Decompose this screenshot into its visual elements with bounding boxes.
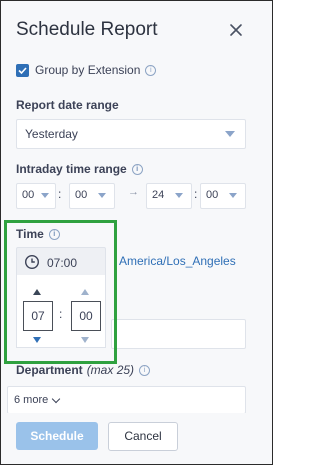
dialog-footer: Schedule Cancel [1,413,272,464]
dialog-title: Schedule Report [16,19,158,40]
department-more-label: 6 more [14,394,49,406]
annotation-highlight-box [4,220,117,364]
arrow-right-icon: → [128,186,139,198]
cancel-button[interactable]: Cancel [108,422,178,451]
chevron-down-icon [229,193,237,198]
info-icon[interactable]: i [145,64,157,76]
chevron-down-icon [41,193,49,198]
start-hour-value: 00 [22,189,35,201]
chevron-down-icon [52,394,61,403]
department-label-text: Department [16,363,83,377]
start-hour-select[interactable]: 00 [16,183,56,209]
report-date-range-label-text: Report date range [16,98,119,112]
intraday-time-range-label: Intraday time range i [16,162,143,176]
department-more-tag[interactable]: 6 more [14,394,61,406]
info-icon[interactable]: i [131,163,143,175]
group-by-extension-checkbox[interactable] [16,63,29,77]
close-icon[interactable] [227,21,245,39]
department-label: Department (max 25) i [16,363,151,377]
start-minute-select[interactable]: 00 [69,183,115,209]
report-date-range-label: Report date range [16,98,119,112]
dialog-header: Schedule Report [1,1,272,59]
checkmark-icon [18,66,27,74]
time-colon: : [194,187,198,201]
end-hour-value: 24 [152,189,165,201]
group-by-extension-row: Group by Extension i [16,61,157,79]
end-minute-select[interactable]: 00 [200,183,246,209]
chevron-down-icon [175,193,183,198]
start-minute-value: 00 [75,189,88,201]
hidden-field-input[interactable] [111,319,246,349]
end-hour-select[interactable]: 24 [146,183,192,209]
group-by-extension-label: Group by Extension [35,63,141,77]
report-date-range-value: Yesterday [25,127,78,141]
end-minute-value: 00 [206,189,219,201]
chevron-down-icon [98,193,106,198]
intraday-time-range-label-text: Intraday time range [16,162,127,176]
time-colon: : [58,187,62,201]
department-select[interactable]: 6 more [7,386,246,414]
schedule-button[interactable]: Schedule [16,422,98,450]
report-date-range-select[interactable]: Yesterday [16,119,246,149]
timezone-link[interactable]: America/Los_Angeles [119,254,236,268]
department-hint: (max 25) [86,363,135,377]
schedule-report-dialog: Schedule Report Group by Extension i Rep… [0,0,273,465]
chevron-down-icon [225,131,235,137]
info-icon[interactable]: i [139,364,151,376]
